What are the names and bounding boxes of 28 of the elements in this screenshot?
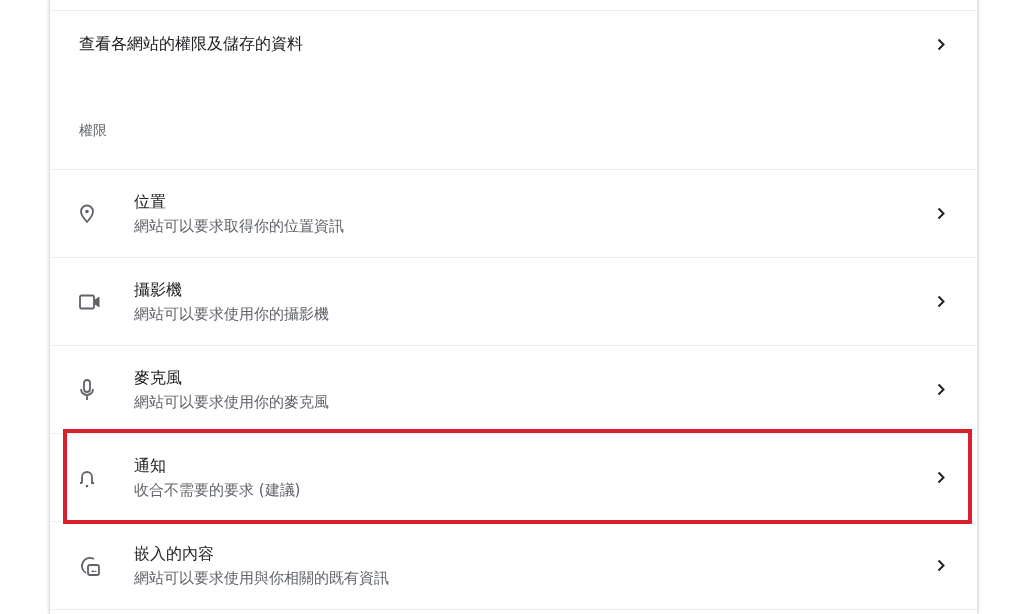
permission-title: 位置 [134,191,167,213]
video-camera-icon [79,293,101,310]
chevron-right-icon [937,471,945,484]
location-pin-icon [79,203,95,224]
link-label: 查看各網站的權限及儲存的資料 [79,34,304,55]
permission-title: 通知 [134,455,167,477]
permission-row[interactable]: 位置 網站可以要求取得你的位置資訊 [50,170,977,258]
permission-title: 嵌入的內容 [134,543,215,565]
permission-row[interactable]: 嵌入的內容 網站可以要求使用與你相關的既有資訊 [50,522,977,610]
permission-description: 網站可以要求取得你的位置資訊 [134,216,345,236]
permission-description: 收合不需要的要求 (建議) [134,480,302,500]
permission-row[interactable]: 麥克風 網站可以要求使用你的麥克風 [50,346,977,434]
permission-row[interactable]: 通知 收合不需要的要求 (建議) [50,434,977,522]
permission-title: 麥克風 [134,367,183,389]
site-settings-link[interactable]: 查看各網站的權限及儲存的資料 [50,11,977,78]
permission-title: 攝影機 [134,279,183,301]
section-heading: 權限 [78,121,108,140]
chevron-right-icon [937,559,945,572]
chevron-right-icon [937,38,945,51]
chevron-right-icon [937,207,945,220]
permission-row[interactable]: 攝影機 網站可以要求使用你的攝影機 [50,258,977,346]
permission-description: 網站可以要求使用你的麥克風 [134,392,330,412]
microphone-icon [79,378,95,401]
embedded-content-icon [79,554,101,577]
permission-description: 網站可以要求使用你的攝影機 [134,304,330,324]
permission-description: 網站可以要求使用與你相關的既有資訊 [134,568,390,588]
chevron-right-icon [937,295,945,308]
chevron-right-icon [937,383,945,396]
